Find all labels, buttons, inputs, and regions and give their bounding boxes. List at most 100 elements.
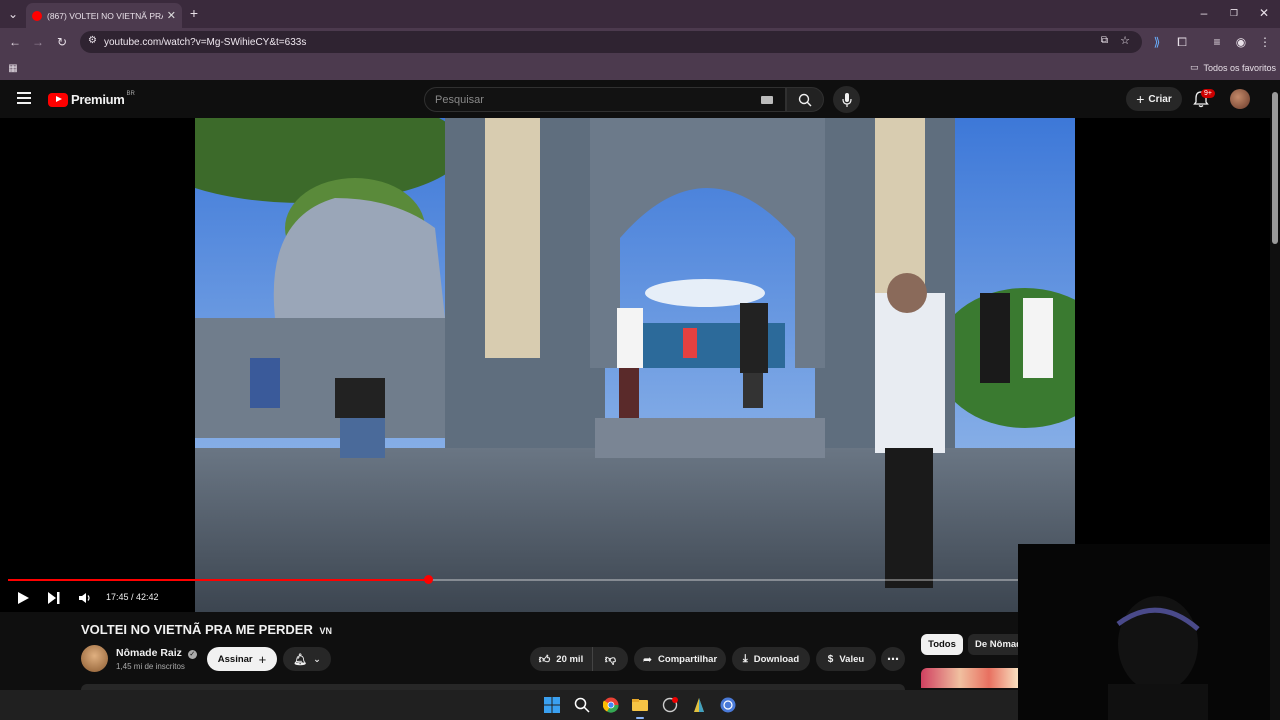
video-frame[interactable]	[195, 118, 1075, 612]
chrome-icon[interactable]	[603, 697, 619, 713]
reload-icon[interactable]: ↻	[54, 34, 70, 50]
video-title: VOLTEI NO VIETNÃ PRA ME PERDER VN	[81, 622, 332, 637]
seek-bar-played	[8, 579, 428, 581]
verified-badge-icon: ✓	[187, 650, 197, 659]
logo-text: Premium	[71, 92, 125, 107]
more-icon: ⋯	[887, 652, 899, 666]
all-bookmarks-folder[interactable]: ▭ Todos os favoritos	[1190, 62, 1276, 73]
dislike-button[interactable]: 👎︎	[592, 647, 628, 671]
webcam-person-illustration	[1018, 544, 1280, 720]
thanks-label: Valeu	[839, 653, 865, 665]
bookmark-star-icon[interactable]: ☆	[1120, 34, 1130, 47]
notification-preferences-button[interactable]: 🔔︎ ⌄	[283, 647, 331, 671]
folder-icon: ▭	[1190, 62, 1199, 72]
video-title-text: VOLTEI NO VIETNÃ PRA ME PERDER	[81, 622, 313, 637]
minimize-icon[interactable]: –	[1196, 5, 1212, 21]
time-display: 17:45 / 42:42	[106, 592, 159, 602]
active-app-indicator	[636, 717, 644, 719]
page-scrollbar[interactable]	[1270, 80, 1280, 720]
bell-icon: 🔔︎	[293, 653, 308, 666]
plus-icon: +	[258, 651, 267, 667]
apps-grid-icon[interactable]: ▦	[5, 60, 21, 76]
account-avatar[interactable]	[1230, 89, 1250, 109]
channel-name-text: Nômade Raiz	[116, 647, 182, 659]
share-icon: ➦	[642, 653, 653, 666]
share-label: Compartilhar	[658, 653, 718, 665]
next-video-icon[interactable]	[47, 591, 61, 605]
chevron-down-icon: ⌄	[313, 653, 321, 664]
seek-bar[interactable]	[8, 575, 1018, 584]
app-icon-circle[interactable]	[662, 697, 678, 713]
restore-icon[interactable]: ❐	[1226, 5, 1242, 21]
search-icon	[798, 93, 812, 106]
super-thanks-icon: $	[827, 653, 834, 665]
browser-menu-icon[interactable]: ⋮	[1257, 34, 1273, 50]
scrollbar-thumb[interactable]	[1272, 92, 1278, 244]
app-icon-blue[interactable]	[720, 697, 736, 713]
close-window-icon[interactable]: ✕	[1256, 5, 1272, 21]
keyboard-icon[interactable]	[761, 96, 773, 104]
webcam-overlay	[1018, 544, 1280, 720]
youtube-header: Premium BR Pesquisar + Criar 9+	[0, 80, 1280, 118]
close-tab-icon[interactable]: ✕	[167, 9, 176, 22]
browser-tab-active[interactable]: (867) VOLTEI NO VIETNÃ PRA ME PERDER ✕	[26, 3, 182, 28]
youtube-play-logo-icon	[48, 92, 68, 107]
thumbs-up-icon: 👍︎	[538, 653, 551, 666]
download-label: Download	[753, 653, 800, 665]
extension-bluetooth-icon[interactable]: ⟫	[1149, 34, 1165, 50]
browser-tab-strip: ⌄ (867) VOLTEI NO VIETNÃ PRA ME PERDER ✕…	[0, 0, 1280, 28]
subscribe-label: Assinar	[217, 653, 253, 665]
thumbs-down-icon: 👎︎	[604, 653, 617, 666]
microphone-icon	[841, 92, 852, 107]
download-button[interactable]: ⤓ Download	[732, 647, 810, 671]
download-icon: ⤓	[742, 652, 748, 665]
site-info-icon[interactable]: ⚙	[88, 35, 97, 46]
recommended-video-thumbnail[interactable]	[921, 668, 1018, 688]
subscriber-count: 1,45 mi de inscritos	[116, 662, 185, 671]
create-label: Criar	[1148, 93, 1172, 105]
video-title-flag: VN	[319, 626, 332, 636]
hamburger-menu-icon[interactable]	[17, 92, 31, 104]
all-bookmarks-label: Todos os favoritos	[1203, 62, 1277, 73]
player-controls: 17:45 / 42:42	[0, 588, 1018, 608]
volume-icon[interactable]	[78, 591, 92, 605]
channel-name[interactable]: Nômade Raiz ✓	[116, 647, 197, 659]
youtube-premium-logo[interactable]: Premium BR	[48, 90, 135, 107]
youtube-favicon-icon	[32, 10, 42, 21]
thanks-button[interactable]: $ Valeu	[816, 647, 876, 671]
app-icon-colored[interactable]	[691, 697, 707, 713]
windows-start-icon[interactable]	[544, 697, 560, 713]
search-input[interactable]: Pesquisar	[424, 87, 786, 112]
channel-avatar[interactable]	[81, 645, 108, 672]
media-control-icon[interactable]: ≡	[1209, 34, 1225, 50]
notification-count-badge: 9+	[1201, 89, 1215, 98]
search-button[interactable]	[786, 87, 824, 112]
chip-channel[interactable]: De Nômade Raiz	[968, 634, 1018, 655]
plus-icon: +	[1136, 91, 1145, 107]
profile-icon[interactable]: ◉	[1233, 34, 1249, 50]
subscribe-button[interactable]: Assinar +	[207, 647, 277, 671]
create-button[interactable]: + Criar	[1126, 87, 1182, 111]
install-app-icon[interactable]: ⧉	[1101, 35, 1108, 46]
file-explorer-icon[interactable]	[632, 697, 648, 713]
new-tab-icon[interactable]: +	[186, 5, 202, 21]
logo-region: BR	[126, 90, 135, 97]
voice-search-button[interactable]	[833, 86, 860, 113]
tab-title: (867) VOLTEI NO VIETNÃ PRA ME PERDER	[47, 10, 163, 21]
browser-toolbar: ← → ↻ ⚙ youtube.com/watch?v=Mg-SWihieCY&…	[0, 28, 1280, 56]
extensions-icon[interactable]: ⧠	[1174, 34, 1190, 50]
forward-icon[interactable]: →	[30, 34, 46, 50]
more-actions-button[interactable]: ⋯	[881, 647, 905, 671]
seek-bar-handle[interactable]	[424, 575, 433, 584]
video-player[interactable]: 17:45 / 42:42	[0, 118, 1270, 612]
address-bar[interactable]: ⚙ youtube.com/watch?v=Mg-SWihieCY&t=633s…	[80, 31, 1142, 53]
tab-search-icon[interactable]: ⌄	[5, 6, 21, 22]
windows-taskbar	[0, 690, 1018, 720]
back-icon[interactable]: ←	[7, 34, 23, 50]
share-button[interactable]: ➦ Compartilhar	[634, 647, 726, 671]
taskbar-search-icon[interactable]	[574, 697, 590, 713]
chip-all[interactable]: Todos	[921, 634, 963, 655]
url-text: youtube.com/watch?v=Mg-SWihieCY&t=633s	[104, 36, 307, 48]
like-button[interactable]: 👍︎ 20 mil	[530, 647, 592, 671]
play-icon[interactable]	[16, 591, 30, 605]
